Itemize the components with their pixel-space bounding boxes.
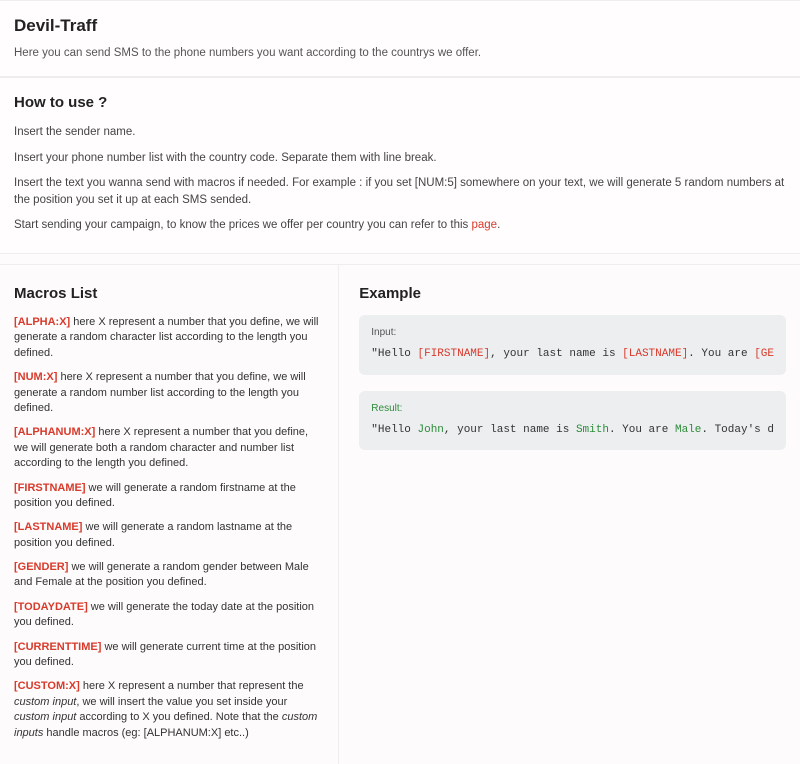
macro-tag: [TODAYDATE] bbox=[14, 601, 88, 613]
macro-item: [LASTNAME] we will generate a random las… bbox=[14, 520, 322, 551]
code-macro: [GE bbox=[754, 348, 774, 360]
howto-step-last: Start sending your campaign, to know the… bbox=[14, 217, 786, 234]
code-text: "Hello bbox=[371, 348, 417, 360]
macro-desc: here X represent a number that you defin… bbox=[14, 371, 306, 414]
macro-item: [CURRENTTIME] we will generate current t… bbox=[14, 640, 322, 671]
macro-desc-part: here X represent a number that represent… bbox=[80, 680, 304, 692]
macro-desc-part: , we will insert the value you set insid… bbox=[76, 696, 287, 708]
macro-tag: [ALPHA:X] bbox=[14, 316, 70, 328]
macro-item: [ALPHANUM:X] here X represent a number t… bbox=[14, 425, 322, 471]
macro-tag: [LASTNAME] bbox=[14, 521, 82, 533]
howto-step: Insert the text you wanna send with macr… bbox=[14, 175, 786, 210]
macro-item: [FIRSTNAME] we will generate a random fi… bbox=[14, 481, 322, 512]
macro-tag: [FIRSTNAME] bbox=[14, 482, 86, 494]
macro-item: [NUM:X] here X represent a number that y… bbox=[14, 370, 322, 416]
example-result-label: Result: bbox=[371, 401, 774, 416]
page-title: Devil-Traff bbox=[14, 13, 786, 39]
howto-section: How to use ? Insert the sender name. Ins… bbox=[0, 77, 800, 254]
example-input-block: Input: "Hello [FIRSTNAME], your last nam… bbox=[359, 315, 786, 375]
example-input-label: Input: bbox=[371, 325, 774, 340]
macro-desc-part: handle macros (eg: [ALPHANUM:X] etc..) bbox=[43, 727, 248, 739]
example-result-code: "Hello John, your last name is Smith. Yo… bbox=[371, 422, 774, 439]
macro-italic: custom input bbox=[14, 711, 76, 723]
code-text: . You are bbox=[688, 348, 754, 360]
prices-page-link[interactable]: page bbox=[471, 219, 497, 231]
howto-last-prefix: Start sending your campaign, to know the… bbox=[14, 219, 471, 231]
example-result-block: Result: "Hello John, your last name is S… bbox=[359, 391, 786, 451]
macro-desc-part: according to X you defined. Note that th… bbox=[76, 711, 281, 723]
macros-title: Macros List bbox=[14, 283, 322, 306]
macro-tag: [ALPHANUM:X] bbox=[14, 426, 95, 438]
example-column: Example Input: "Hello [FIRSTNAME], your … bbox=[339, 265, 800, 764]
example-title: Example bbox=[359, 283, 786, 306]
code-macro: [FIRSTNAME] bbox=[418, 348, 491, 360]
howto-step: Insert the sender name. bbox=[14, 124, 786, 141]
code-text: . You are bbox=[609, 424, 675, 436]
page-subtitle: Here you can send SMS to the phone numbe… bbox=[14, 45, 786, 62]
macro-item: [TODAYDATE] we will generate the today d… bbox=[14, 600, 322, 631]
howto-last-suffix: . bbox=[497, 219, 500, 231]
header-section: Devil-Traff Here you can send SMS to the… bbox=[0, 0, 800, 77]
macro-tag: [GENDER] bbox=[14, 561, 68, 573]
code-value: John bbox=[418, 424, 444, 436]
code-value: Smith bbox=[576, 424, 609, 436]
macro-item-custom: [CUSTOM:X] here X represent a number tha… bbox=[14, 679, 322, 741]
howto-title: How to use ? bbox=[14, 92, 786, 115]
code-value: Male bbox=[675, 424, 701, 436]
macro-tag: [NUM:X] bbox=[14, 371, 57, 383]
code-text: "Hello bbox=[371, 424, 417, 436]
macros-column: Macros List [ALPHA:X] here X represent a… bbox=[0, 265, 339, 764]
macro-italic: custom input bbox=[14, 696, 76, 708]
example-input-code: "Hello [FIRSTNAME], your last name is [L… bbox=[371, 346, 774, 363]
code-macro: [LASTNAME] bbox=[622, 348, 688, 360]
howto-step: Insert your phone number list with the c… bbox=[14, 150, 786, 167]
code-text: , your last name is bbox=[444, 424, 576, 436]
macro-tag: [CUSTOM:X] bbox=[14, 680, 80, 692]
macro-item: [ALPHA:X] here X represent a number that… bbox=[14, 315, 322, 361]
macro-item: [GENDER] we will generate a random gende… bbox=[14, 560, 322, 591]
code-text: . Today's d bbox=[701, 424, 774, 436]
macro-tag: [CURRENTTIME] bbox=[14, 641, 101, 653]
lower-section: Macros List [ALPHA:X] here X represent a… bbox=[0, 264, 800, 764]
code-text: , your last name is bbox=[490, 348, 622, 360]
